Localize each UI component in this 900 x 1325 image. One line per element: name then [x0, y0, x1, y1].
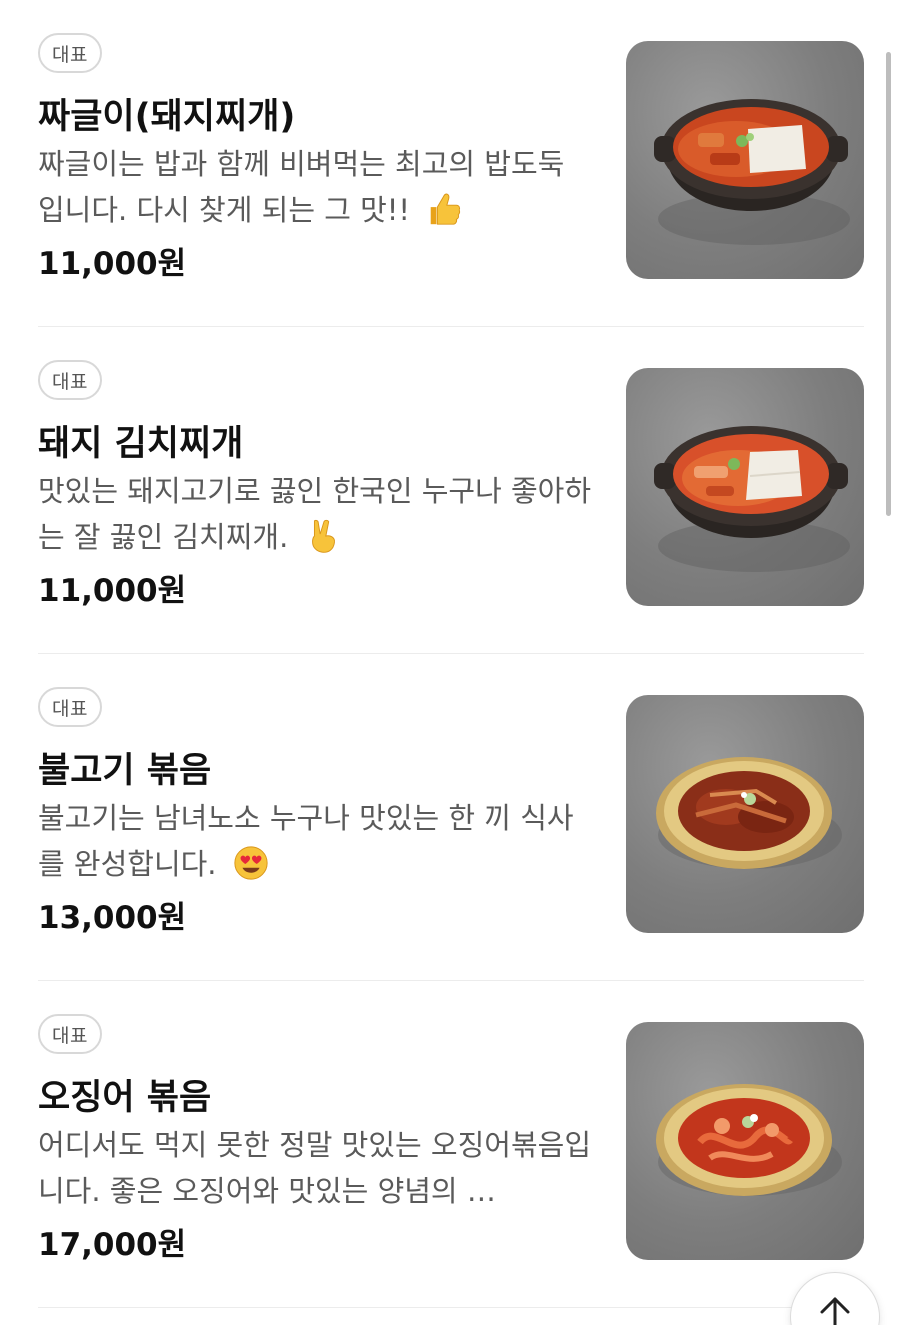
menu-item[interactable]: 대표 돼지 김치찌개 맛있는 돼지고기로 끓인 한국인 누구나 좋아하는 잘 끓…	[38, 327, 864, 654]
signature-badge: 대표	[38, 360, 102, 400]
menu-item[interactable]: 대표 불고기 볶음 불고기는 남녀노소 누구나 맛있는 한 끼 식사를 완성합니…	[38, 654, 864, 981]
bulgogi-plate-image	[656, 757, 842, 869]
signature-badge: 대표	[38, 33, 102, 73]
menu-item-price: 17,000원	[38, 1227, 187, 1263]
menu-item-description: 불고기는 남녀노소 누구나 맛있는 한 끼 식사를 완성합니다.	[38, 795, 598, 887]
squid-plate-image	[656, 1084, 842, 1196]
scrollbar[interactable]	[886, 52, 891, 516]
arrow-up-icon	[820, 1297, 850, 1325]
stew-pot-image	[654, 426, 850, 572]
menu-item-description: 짜글이는 밥과 함께 비벼먹는 최고의 밥도둑 입니다. 다시 찾게 되는 그 …	[38, 141, 598, 233]
menu-item-name: 짜글이(돼지찌개)	[38, 97, 296, 137]
menu-item-description-text: 불고기는 남녀노소 누구나 맛있는 한 끼 식사를 완성합니다.	[38, 801, 574, 881]
victory-hand-icon	[311, 519, 335, 553]
menu-item[interactable]: 대표 짜글이(돼지찌개) 짜글이는 밥과 함께 비벼먹는 최고의 밥도둑 입니다…	[38, 0, 864, 327]
menu-item[interactable]: 대표 오징어 볶음 어디서도 먹지 못한 정말 맛있는 오징어볶음입니다. 좋은…	[38, 981, 864, 1308]
signature-badge: 대표	[38, 1014, 102, 1054]
menu-item-description-text: 어디서도 먹지 못한 정말 맛있는 오징어볶음입니다. 좋은 오징어와 맛있는 …	[38, 1128, 592, 1208]
menu-item-price: 11,000원	[38, 246, 187, 282]
menu-item-price: 11,000원	[38, 573, 187, 609]
menu-item-name: 오징어 볶음	[38, 1078, 212, 1118]
menu-item-description-text: 짜글이는 밥과 함께 비벼먹는 최고의 밥도둑 입니다. 다시 찾게 되는 그 …	[38, 147, 565, 227]
menu-item-description: 맛있는 돼지고기로 끓인 한국인 누구나 좋아하는 잘 끓인 김치찌개.	[38, 468, 598, 560]
signature-badge: 대표	[38, 687, 102, 727]
menu-page: 대표 짜글이(돼지찌개) 짜글이는 밥과 함께 비벼먹는 최고의 밥도둑 입니다…	[0, 0, 900, 1325]
menu-list: 대표 짜글이(돼지찌개) 짜글이는 밥과 함께 비벼먹는 최고의 밥도둑 입니다…	[38, 0, 864, 1308]
menu-item-image	[626, 368, 864, 606]
menu-item-image	[626, 695, 864, 933]
menu-item-description: 어디서도 먹지 못한 정말 맛있는 오징어볶음입니다. 좋은 오징어와 맛있는 …	[38, 1122, 598, 1214]
stew-pot-image	[654, 99, 850, 245]
menu-item-image	[626, 41, 864, 279]
menu-item-name: 돼지 김치찌개	[38, 424, 244, 464]
menu-item-name: 불고기 볶음	[38, 751, 212, 791]
heart-eyes-icon	[234, 846, 268, 880]
menu-item-image	[626, 1022, 864, 1260]
thumbs-up-icon	[430, 193, 461, 225]
menu-item-price: 13,000원	[38, 900, 187, 936]
